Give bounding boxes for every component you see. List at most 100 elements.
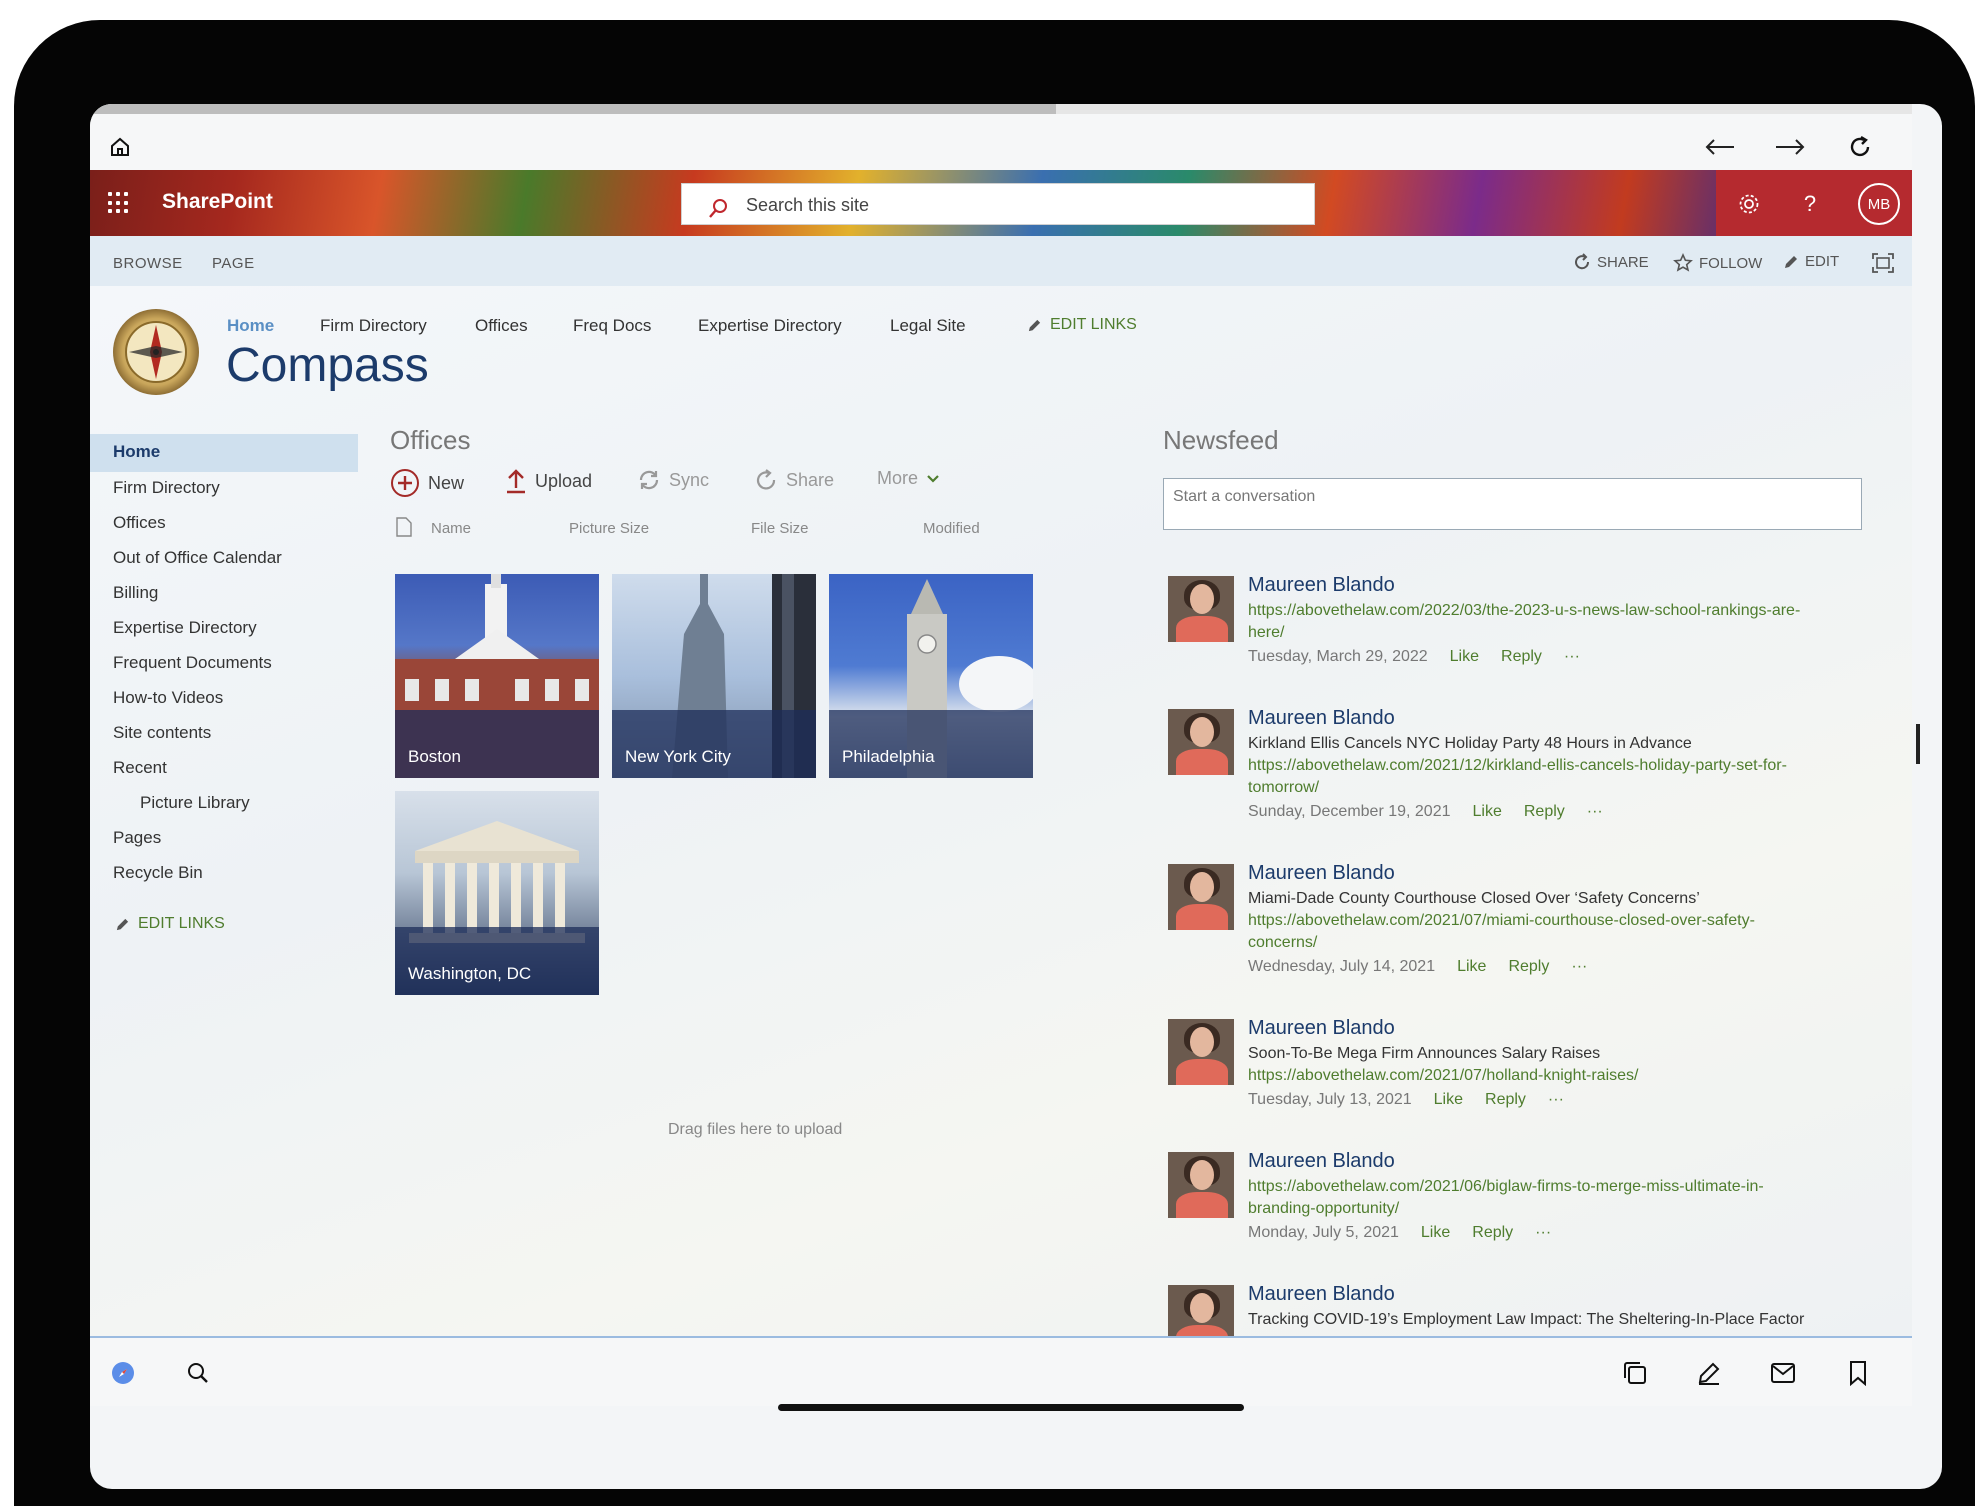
office-tile-new-york-city[interactable]: New York City	[612, 574, 816, 778]
author-avatar[interactable]	[1168, 1285, 1234, 1336]
compass-logo[interactable]	[113, 309, 199, 395]
share-button[interactable]: SHARE	[1573, 253, 1649, 271]
reply-button[interactable]: Reply	[1508, 958, 1549, 976]
quicklaunch-item-out-of-office-calendar[interactable]: Out of Office Calendar	[113, 548, 282, 568]
home-icon[interactable]	[104, 131, 136, 163]
edit-page-button[interactable]: EDIT	[1783, 253, 1839, 270]
start-conversation-input[interactable]: Start a conversation	[1163, 478, 1862, 530]
upload-button[interactable]: Upload	[505, 468, 592, 494]
column-header-modified[interactable]: Modified	[923, 520, 980, 537]
settings-gear-icon[interactable]	[1733, 188, 1765, 220]
post-more-button[interactable]: ···	[1587, 803, 1603, 821]
quicklaunch-item-site-contents[interactable]: Site contents	[113, 723, 211, 743]
post-link[interactable]: https://abovethelaw.com/2021/06/biglaw-f…	[1248, 1178, 1764, 1196]
safari-compass-icon[interactable]	[108, 1358, 138, 1388]
sharepoint-brand[interactable]: SharePoint	[162, 190, 273, 214]
post-link-continued[interactable]: branding-opportunity/	[1248, 1200, 1399, 1218]
topnav-offices[interactable]: Offices	[475, 316, 528, 336]
back-arrow-icon[interactable]	[1704, 131, 1736, 163]
app-launcher-icon[interactable]	[108, 192, 130, 214]
topnav-home[interactable]: Home	[227, 316, 274, 336]
split-view-handle[interactable]	[1916, 724, 1920, 764]
user-avatar[interactable]: MB	[1858, 183, 1900, 225]
reply-button[interactable]: Reply	[1485, 1091, 1526, 1109]
office-tile-philadelphia[interactable]: Philadelphia	[829, 574, 1033, 778]
quicklaunch-item-offices[interactable]: Offices	[113, 513, 166, 533]
like-button[interactable]: Like	[1434, 1091, 1463, 1109]
quicklaunch-item-recent[interactable]: Recent	[113, 758, 167, 778]
quicklaunch-item-expertise-directory[interactable]: Expertise Directory	[113, 618, 257, 638]
reply-button[interactable]: Reply	[1524, 803, 1565, 821]
search-icon[interactable]	[183, 1358, 213, 1388]
post-link-continued[interactable]: tomorrow/	[1248, 779, 1319, 797]
office-tile-boston[interactable]: Boston	[395, 574, 599, 778]
like-button[interactable]: Like	[1457, 958, 1486, 976]
quicklaunch-edit-links[interactable]: EDIT LINKS	[115, 915, 225, 933]
mail-icon[interactable]	[1768, 1358, 1798, 1388]
focus-mode-icon[interactable]	[1872, 253, 1894, 273]
reload-icon[interactable]	[1844, 131, 1876, 163]
like-button[interactable]: Like	[1450, 648, 1479, 666]
post-more-button[interactable]: ···	[1535, 1224, 1551, 1242]
quicklaunch-item-picture-library[interactable]: Picture Library	[140, 793, 250, 813]
quicklaunch-item-billing[interactable]: Billing	[113, 583, 158, 603]
ribbon-tab-browse[interactable]: BROWSE	[113, 255, 183, 272]
topnav-freq-docs[interactable]: Freq Docs	[573, 316, 651, 336]
reply-button[interactable]: Reply	[1501, 648, 1542, 666]
quicklaunch-item-frequent-documents[interactable]: Frequent Documents	[113, 653, 272, 673]
author-avatar[interactable]	[1168, 1019, 1234, 1085]
post-author[interactable]: Maureen Blando	[1248, 707, 1395, 730]
post-author[interactable]: Maureen Blando	[1248, 1283, 1395, 1306]
sync-button[interactable]: Sync	[637, 468, 709, 492]
topnav-firm-directory[interactable]: Firm Directory	[320, 316, 427, 336]
quicklaunch-item-home[interactable]: Home	[113, 442, 160, 462]
post-link[interactable]: https://abovethelaw.com/2021/07/miami-co…	[1248, 912, 1755, 930]
post-more-button[interactable]: ···	[1571, 958, 1587, 976]
share-files-button[interactable]: Share	[754, 468, 834, 492]
author-avatar[interactable]	[1168, 1152, 1234, 1218]
post-author[interactable]: Maureen Blando	[1248, 862, 1395, 885]
quicklaunch-item-firm-directory[interactable]: Firm Directory	[113, 478, 220, 498]
post-more-button[interactable]: ···	[1548, 1091, 1564, 1109]
reply-button[interactable]: Reply	[1472, 1224, 1513, 1242]
help-icon[interactable]: ?	[1794, 188, 1826, 220]
new-item-button[interactable]: New	[390, 468, 464, 498]
column-header-picture-size[interactable]: Picture Size	[569, 520, 649, 537]
newsfeed-webpart-title[interactable]: Newsfeed	[1163, 425, 1279, 456]
quicklaunch-item-pages[interactable]: Pages	[113, 828, 161, 848]
offices-webpart-title[interactable]: Offices	[390, 425, 470, 456]
tabs-icon[interactable]	[1620, 1358, 1650, 1388]
office-tile-washington-dc[interactable]: Washington, DC	[395, 791, 599, 995]
post-link[interactable]: https://abovethelaw.com/2022/03/the-2023…	[1248, 602, 1800, 620]
column-header-name[interactable]: Name	[431, 520, 471, 537]
post-link-continued[interactable]: concerns/	[1248, 934, 1317, 952]
topnav-edit-links[interactable]: EDIT LINKS	[1027, 316, 1137, 334]
follow-button[interactable]: FOLLOW	[1673, 253, 1762, 273]
post-link[interactable]: https://abovethelaw.com/2021/12/kirkland…	[1248, 757, 1787, 775]
post-link-continued[interactable]: here/	[1248, 624, 1284, 642]
tile-label: Philadelphia	[842, 747, 935, 766]
forward-arrow-icon[interactable]	[1774, 131, 1806, 163]
like-button[interactable]: Like	[1421, 1224, 1450, 1242]
quicklaunch-item-how-to-videos[interactable]: How-to Videos	[113, 688, 223, 708]
ribbon-tab-page[interactable]: PAGE	[212, 255, 255, 272]
post-author[interactable]: Maureen Blando	[1248, 1017, 1395, 1040]
author-avatar[interactable]	[1168, 709, 1234, 775]
site-search-input[interactable]: Search this site	[681, 183, 1315, 225]
post-author[interactable]: Maureen Blando	[1248, 574, 1395, 597]
column-header-file-size[interactable]: File Size	[751, 520, 809, 537]
more-menu-button[interactable]: More	[877, 468, 940, 489]
bookmark-icon[interactable]	[1843, 1358, 1873, 1388]
like-button[interactable]: Like	[1473, 803, 1502, 821]
post-more-button[interactable]: ···	[1564, 648, 1580, 666]
topnav-expertise-directory[interactable]: Expertise Directory	[698, 316, 842, 336]
quicklaunch-item-recycle-bin[interactable]: Recycle Bin	[113, 863, 203, 883]
home-indicator[interactable]	[778, 1404, 1244, 1411]
post-link[interactable]: https://abovethelaw.com/2021/07/holland-…	[1248, 1067, 1638, 1085]
markup-pen-icon[interactable]	[1694, 1358, 1724, 1388]
topnav-legal-site[interactable]: Legal Site	[890, 316, 966, 336]
author-avatar[interactable]	[1168, 864, 1234, 930]
post-author[interactable]: Maureen Blando	[1248, 1150, 1395, 1173]
site-title[interactable]: Compass	[226, 338, 429, 393]
author-avatar[interactable]	[1168, 576, 1234, 642]
